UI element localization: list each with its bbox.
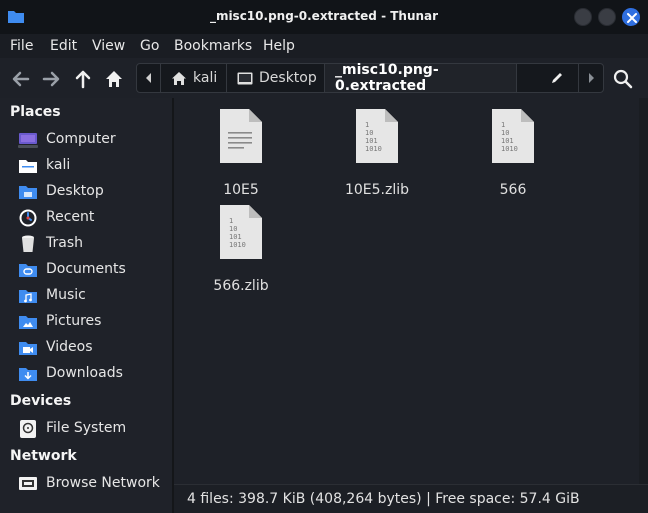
binary-digit-text: 10 [229,225,237,233]
sidebar-item-documents[interactable]: Documents [18,258,168,282]
binary-file-icon: 1 10 101 1010 [220,205,262,259]
chevron-right-icon [589,73,594,83]
title-bar: _misc10.png-0.extracted - Thunar [0,0,648,34]
binary-digit-text: 1010 [229,241,246,249]
path-bar: kali Desktop _misc10.png-0.extracted [136,62,604,94]
menu-file[interactable]: File [10,38,33,54]
sidebar-item-downloads[interactable]: Downloads [18,362,168,386]
pencil-icon [552,73,562,83]
sidebar-item-desktop[interactable]: Desktop [18,180,168,204]
minimize-button[interactable] [574,8,592,26]
binary-digit-text: 101 [229,233,242,241]
pictures-folder-icon [19,316,37,329]
vertical-scrollbar[interactable] [639,98,648,484]
sidebar-item-label: Trash [46,235,83,251]
menu-go[interactable]: Go [140,38,159,54]
close-button[interactable] [622,8,640,26]
up-arrow-icon[interactable] [72,68,94,90]
file-name: 566.zlib [213,278,269,294]
trash-icon [22,235,34,252]
menu-edit[interactable]: Edit [50,38,77,54]
menu-bar: File Edit View Go Bookmarks Help [0,34,648,58]
sidebar-item-videos[interactable]: Videos [18,336,168,360]
sidebar-item-label: Videos [46,339,93,355]
binary-digit-text: 10 [365,129,373,137]
forward-arrow-icon[interactable] [40,68,62,90]
sidebar-header-network: Network [10,448,77,464]
binary-digit-text: 1010 [501,145,518,153]
path-segment-kali[interactable]: kali [161,64,227,92]
path-segment-current[interactable]: _misc10.png-0.extracted [325,62,517,94]
sidebar-header-places: Places [10,104,61,120]
drive-icon [20,420,36,438]
search-icon[interactable] [612,68,634,90]
sidebar-item-file-system[interactable]: File System [18,417,168,441]
file-name: 10E5.zlib [344,182,410,198]
file-item[interactable]: 10E5 [191,108,291,198]
sidebar-item-label: Documents [46,261,126,277]
home-icon [172,71,186,85]
sidebar-item-label: Music [46,287,86,303]
home-icon[interactable] [103,68,125,90]
path-scroll-left-button[interactable] [137,64,161,92]
videos-folder-icon [19,342,37,355]
menu-view[interactable]: View [92,38,125,54]
path-segment-label: Desktop [259,70,317,86]
downloads-folder-icon [19,368,37,381]
text-file-icon [220,109,262,163]
chevron-left-icon [145,73,151,83]
home-folder-icon [19,160,37,173]
music-folder-icon [19,290,37,303]
binary-digit-text: 10 [501,129,509,137]
binary-digit-text: 1 [501,121,505,129]
sidebar-item-pictures[interactable]: Pictures [18,310,168,334]
binary-digit-text: 1 [229,217,233,225]
path-edit-button[interactable] [517,64,579,92]
path-segment-label: _misc10.png-0.extracted [335,62,439,94]
binary-digit-text: 101 [501,137,514,145]
sidebar-item-trash[interactable]: Trash [18,232,168,256]
desktop-folder-icon [19,186,37,199]
file-item[interactable]: 1 10 101 1010 566 [463,108,563,198]
file-name: 10E5 [223,182,259,198]
status-text: 4 files: 398.7 KiB (408,264 bytes) | Fre… [187,491,580,507]
sidebar-item-browse-network[interactable]: Browse Network [18,472,168,496]
path-segment-label: kali [193,70,218,86]
documents-folder-icon [19,264,37,277]
network-icon [19,477,37,490]
file-name: 566 [499,182,527,198]
sidebar-item-label: Recent [46,209,95,225]
sidebar-item-label: kali [46,157,71,173]
maximize-button[interactable] [598,8,616,26]
close-icon [627,13,637,23]
path-segment-desktop[interactable]: Desktop [227,64,325,92]
sidebar-item-label: Computer [46,131,116,147]
status-bar: 4 files: 398.7 KiB (408,264 bytes) | Fre… [174,484,648,513]
sidebar-item-label: File System [46,420,127,436]
window-title: _misc10.png-0.extracted - Thunar [209,9,439,23]
binary-file-icon: 1 10 101 1010 [356,109,398,163]
sidebar-item-kali[interactable]: kali [18,154,168,178]
binary-digit-text: 101 [365,137,378,145]
desktop-icon [237,72,253,84]
sidebar-item-recent[interactable]: Recent [18,206,168,230]
sidebar-item-label: Pictures [46,313,102,329]
file-item[interactable]: 1 10 101 1010 566.zlib [191,204,291,294]
sidebar-item-music[interactable]: Music [18,284,168,308]
binary-file-icon: 1 10 101 1010 [492,109,534,163]
menu-bookmarks[interactable]: Bookmarks [174,38,252,54]
binary-digit-text: 1010 [365,145,382,153]
binary-digit-text: 1 [365,121,369,129]
sidebar-item-label: Downloads [46,365,123,381]
sidebar-header-devices: Devices [10,393,72,409]
path-scroll-right-button[interactable] [579,64,603,92]
sidebar-item-label: Desktop [46,183,104,199]
menu-help[interactable]: Help [263,38,295,54]
computer-icon [18,133,38,148]
clock-icon [19,209,37,227]
sidebar-item-computer[interactable]: Computer [18,128,168,152]
back-arrow-icon[interactable] [10,68,32,90]
file-item[interactable]: 1 10 101 1010 10E5.zlib [327,108,427,198]
sidebar-item-label: Browse Network [46,475,160,491]
